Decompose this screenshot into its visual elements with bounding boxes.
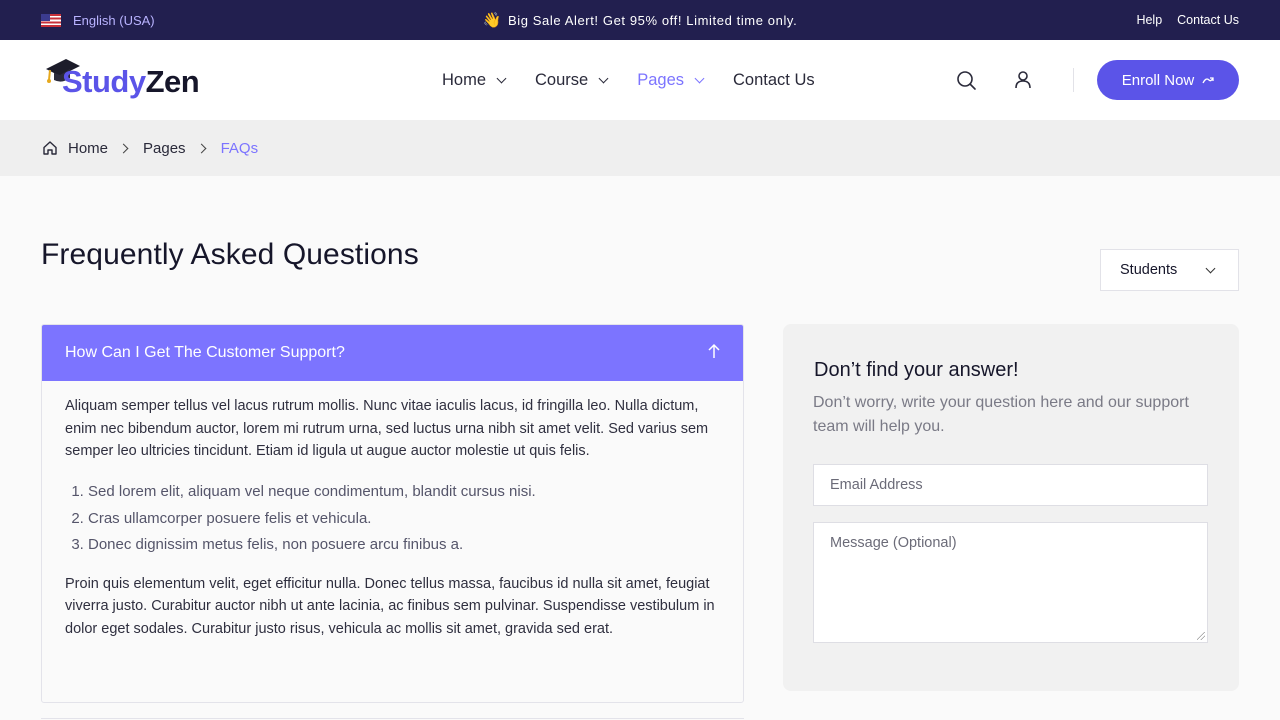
top-bar: English (USA) 👋 Big Sale Alert! Get 95% … xyxy=(0,0,1280,40)
breadcrumb: Home Pages FAQs xyxy=(42,120,258,176)
page-title: Frequently Asked Questions xyxy=(41,238,419,271)
faq-answer: Aliquam semper tellus vel lacus rutrum m… xyxy=(42,381,743,641)
home-icon[interactable] xyxy=(42,140,58,156)
logo-text: StudyZen xyxy=(62,64,200,99)
top-links: Help Contact Us xyxy=(1136,0,1239,40)
list-item: Sed lorem elit, aliquam vel neque condim… xyxy=(88,479,720,506)
faq-question: How Can I Get The Customer Support? xyxy=(65,344,345,361)
card-subtext: Don’t worry, write your question here an… xyxy=(813,394,1189,435)
main-nav: Home Course Pages Contact Us xyxy=(442,40,815,120)
breadcrumb-current: FAQs xyxy=(220,139,259,157)
search-icon[interactable] xyxy=(955,69,977,91)
header-actions xyxy=(955,40,1033,120)
breadcrumb-bar: Home Pages FAQs xyxy=(0,120,1280,176)
promo-banner: 👋 Big Sale Alert! Get 95% off! Limited t… xyxy=(0,0,1280,40)
email-placeholder: Email Address xyxy=(830,477,923,493)
card-heading: Don’t find your answer! xyxy=(814,359,1019,381)
chevron-down-icon xyxy=(1205,263,1216,274)
faq-answer-paragraph: Proin quis elementum velit, eget efficit… xyxy=(65,575,715,638)
chevron-down-icon xyxy=(496,73,507,83)
logo[interactable]: StudyZen xyxy=(44,54,224,106)
question-form-card: Don’t find your answer! Don’t worry, wri… xyxy=(783,324,1239,691)
audience-select-value: Students xyxy=(1120,262,1178,278)
enroll-now-button[interactable]: Enroll Now xyxy=(1097,60,1239,100)
chevron-down-icon xyxy=(598,73,609,83)
nav-item-contact-us[interactable]: Contact Us xyxy=(733,71,815,90)
nav-item-pages[interactable]: Pages xyxy=(637,71,705,90)
chevron-down-icon xyxy=(694,73,705,83)
arrow-up-right-icon xyxy=(1202,77,1214,84)
message-placeholder: Message (Optional) xyxy=(830,535,957,551)
faq-answer-paragraph: Aliquam semper tellus vel lacus rutrum m… xyxy=(65,398,709,460)
language-label: English (USA) xyxy=(73,12,155,28)
waving-hand-icon: 👋 xyxy=(482,12,502,29)
main-header: StudyZen Home Course Pages Contact Us En… xyxy=(0,40,1280,120)
email-field[interactable]: Email Address xyxy=(813,464,1208,506)
language-selector[interactable]: English (USA) xyxy=(41,0,155,40)
list-item: Donec dignissim metus felis, non posuere… xyxy=(88,532,720,559)
breadcrumb-pages[interactable]: Pages xyxy=(143,140,186,157)
message-field[interactable]: Message (Optional) xyxy=(813,522,1208,643)
header-divider xyxy=(1073,68,1074,92)
promo-text: Big Sale Alert! Get 95% off! Limited tim… xyxy=(507,12,798,28)
contact-us-top-link[interactable]: Contact Us xyxy=(1177,13,1239,27)
chevron-right-icon xyxy=(118,143,129,153)
nav-item-home[interactable]: Home xyxy=(442,71,507,90)
faq-question-header[interactable]: How Can I Get The Customer Support? xyxy=(42,325,743,381)
user-icon[interactable] xyxy=(1013,70,1033,90)
chevron-right-icon xyxy=(196,143,207,153)
help-link[interactable]: Help xyxy=(1136,13,1162,27)
faq-item-expanded: How Can I Get The Customer Support? Aliq… xyxy=(41,324,744,703)
breadcrumb-home[interactable]: Home xyxy=(68,140,108,157)
faq-answer-list: Sed lorem elit, aliquam vel neque condim… xyxy=(88,479,720,559)
flag-us-icon xyxy=(41,13,61,27)
resize-handle[interactable] xyxy=(1197,632,1205,640)
arrow-up-icon xyxy=(708,343,720,358)
audience-select[interactable]: Students xyxy=(1100,249,1239,291)
list-item: Cras ullamcorper posuere felis et vehicu… xyxy=(88,506,720,533)
nav-item-course[interactable]: Course xyxy=(535,71,609,90)
